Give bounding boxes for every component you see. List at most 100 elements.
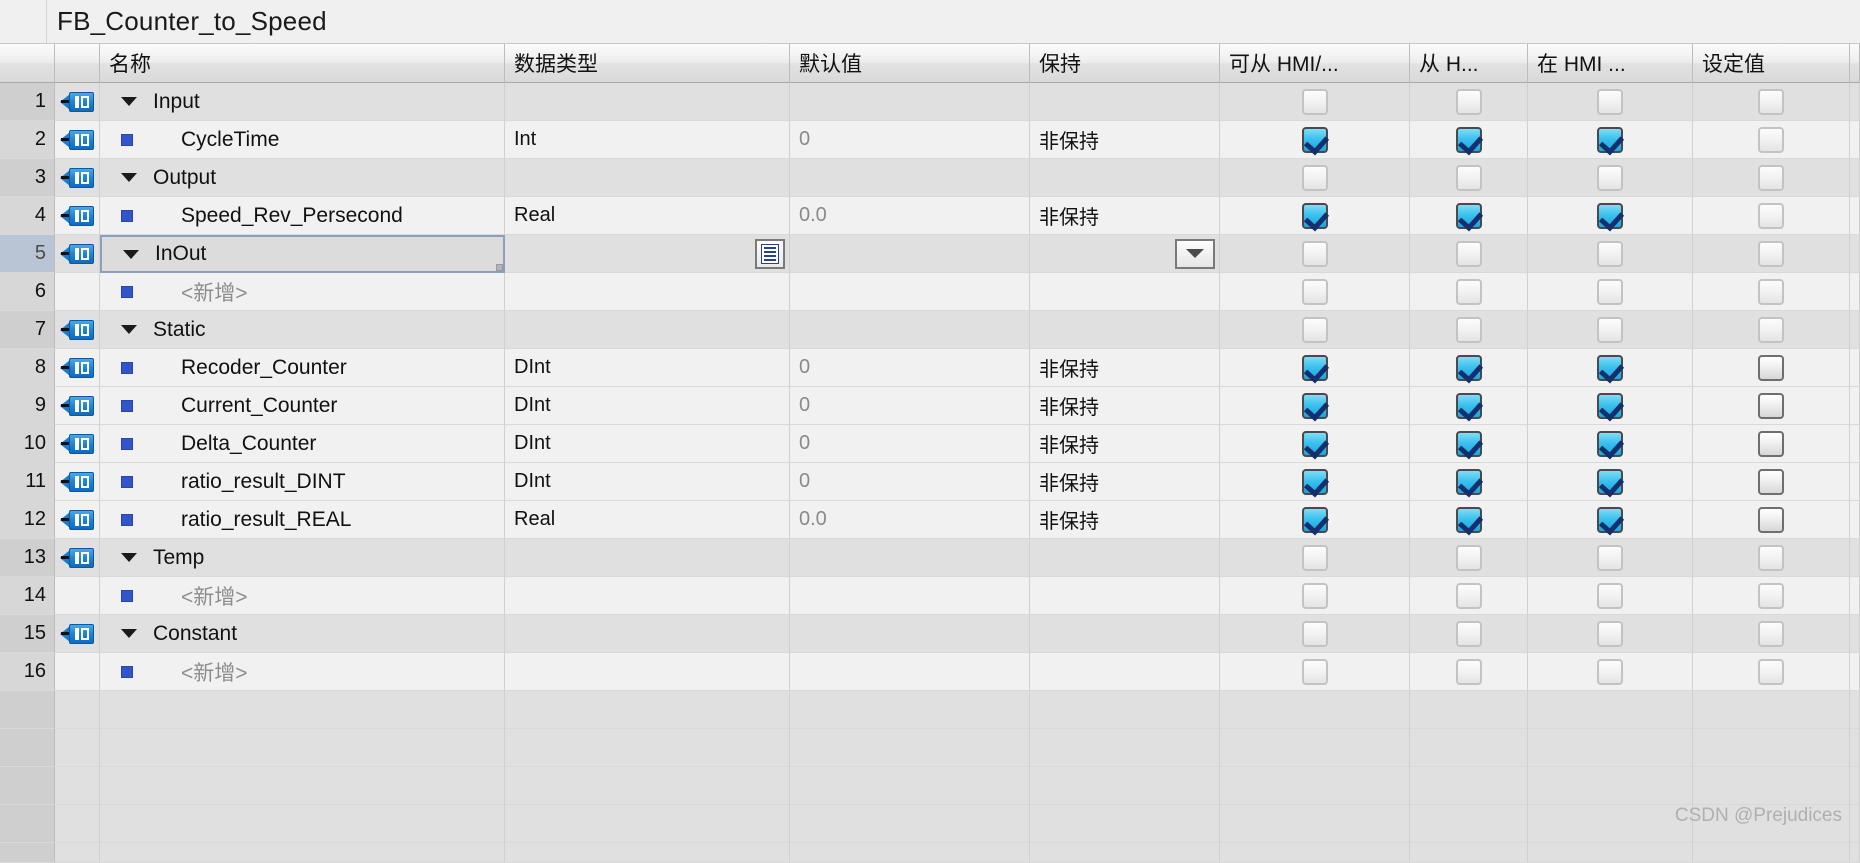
- cell-checkbox[interactable]: [1220, 653, 1410, 691]
- cell-checkbox[interactable]: [1410, 349, 1528, 387]
- cell-retain[interactable]: 非保持: [1030, 197, 1220, 235]
- row-number[interactable]: 15: [0, 615, 55, 653]
- checkbox-hmi-accessible[interactable]: [1301, 240, 1328, 267]
- cell-checkbox[interactable]: [1220, 121, 1410, 159]
- cell-retain[interactable]: [1030, 83, 1220, 121]
- col-header-hmi-visible[interactable]: 在 HMI ...: [1528, 44, 1693, 83]
- cell-retain[interactable]: 非保持: [1030, 425, 1220, 463]
- checkbox-hmi-accessible[interactable]: [1301, 620, 1328, 647]
- checkbox-hmi-visible[interactable]: [1597, 582, 1623, 609]
- cell-checkbox[interactable]: [1693, 197, 1850, 235]
- cell-checkbox[interactable]: [1220, 615, 1410, 653]
- checkbox-hmi-writable[interactable]: [1455, 658, 1482, 685]
- checkbox-hmi-visible[interactable]: [1597, 316, 1623, 343]
- cell-datatype[interactable]: DInt: [505, 349, 790, 387]
- cell-checkbox[interactable]: [1410, 83, 1528, 121]
- checkbox-setpoint[interactable]: [1758, 202, 1784, 229]
- cell-checkbox[interactable]: [1693, 425, 1850, 463]
- checkbox-hmi-visible[interactable]: [1597, 126, 1623, 153]
- cell-name[interactable]: ratio_result_DINT: [100, 463, 505, 501]
- cell-datatype[interactable]: [505, 83, 790, 121]
- cell-name[interactable]: Output: [100, 159, 505, 197]
- col-header-default[interactable]: 默认值: [790, 44, 1030, 83]
- cell-retain[interactable]: 非保持: [1030, 387, 1220, 425]
- cell-datatype[interactable]: [505, 159, 790, 197]
- cell-retain[interactable]: [1030, 539, 1220, 577]
- checkbox-hmi-accessible[interactable]: [1301, 126, 1328, 153]
- cell-default-value[interactable]: 0: [790, 349, 1030, 387]
- cell-checkbox[interactable]: [1410, 425, 1528, 463]
- cell-default-value[interactable]: [790, 235, 1030, 273]
- cell-checkbox[interactable]: [1220, 501, 1410, 539]
- cell-checkbox[interactable]: [1528, 235, 1693, 273]
- col-header-hmi-accessible[interactable]: 可从 HMI/...: [1220, 44, 1410, 83]
- checkbox-hmi-accessible[interactable]: [1301, 582, 1328, 609]
- cell-retain[interactable]: 非保持: [1030, 501, 1220, 539]
- cell-datatype[interactable]: [505, 235, 790, 273]
- cell-checkbox[interactable]: [1528, 121, 1693, 159]
- cell-default-value[interactable]: 0: [790, 387, 1030, 425]
- row-number[interactable]: 13: [0, 539, 55, 577]
- row-number[interactable]: 8: [0, 349, 55, 387]
- cell-checkbox[interactable]: [1528, 501, 1693, 539]
- cell-checkbox[interactable]: [1410, 615, 1528, 653]
- checkbox-hmi-writable[interactable]: [1455, 430, 1482, 457]
- cell-checkbox[interactable]: [1220, 273, 1410, 311]
- expand-triangle-icon[interactable]: [123, 249, 139, 259]
- cell-checkbox[interactable]: [1528, 311, 1693, 349]
- expand-triangle-icon[interactable]: [121, 173, 137, 182]
- cell-checkbox[interactable]: [1693, 387, 1850, 425]
- checkbox-setpoint[interactable]: [1758, 468, 1784, 495]
- cell-name[interactable]: CycleTime: [100, 121, 505, 159]
- checkbox-hmi-accessible[interactable]: [1301, 164, 1328, 191]
- table-row[interactable]: 8 Recoder_Counter DInt 0 非保持: [0, 349, 1860, 387]
- cell-checkbox[interactable]: [1693, 311, 1850, 349]
- checkbox-setpoint[interactable]: [1758, 278, 1784, 305]
- checkbox-setpoint[interactable]: [1758, 620, 1784, 647]
- checkbox-hmi-writable[interactable]: [1455, 278, 1482, 305]
- col-header-rownum[interactable]: [0, 44, 55, 83]
- table-row[interactable]: 16 <新增>: [0, 653, 1860, 691]
- cell-datatype[interactable]: Int: [505, 121, 790, 159]
- cell-datatype[interactable]: [505, 311, 790, 349]
- row-number[interactable]: 1: [0, 83, 55, 121]
- cell-checkbox[interactable]: [1528, 197, 1693, 235]
- checkbox-setpoint[interactable]: [1758, 582, 1784, 609]
- table-row[interactable]: 3 Output: [0, 159, 1860, 197]
- cell-checkbox[interactable]: [1410, 273, 1528, 311]
- cell-checkbox[interactable]: [1693, 235, 1850, 273]
- row-number[interactable]: 2: [0, 121, 55, 159]
- col-header-datatype[interactable]: 数据类型: [505, 44, 790, 83]
- cell-checkbox[interactable]: [1410, 387, 1528, 425]
- chevron-down-icon[interactable]: [1175, 238, 1215, 269]
- row-number[interactable]: 12: [0, 501, 55, 539]
- checkbox-setpoint[interactable]: [1758, 506, 1784, 533]
- cell-retain[interactable]: [1030, 159, 1220, 197]
- cell-default-value[interactable]: 0.0: [790, 197, 1030, 235]
- table-row[interactable]: 13 Temp: [0, 539, 1860, 577]
- col-header-name[interactable]: 名称: [100, 44, 505, 83]
- expand-triangle-icon[interactable]: [121, 553, 137, 562]
- cell-checkbox[interactable]: [1693, 83, 1850, 121]
- checkbox-hmi-visible[interactable]: [1597, 544, 1623, 571]
- checkbox-setpoint[interactable]: [1758, 544, 1784, 571]
- cell-checkbox[interactable]: [1528, 653, 1693, 691]
- checkbox-hmi-visible[interactable]: [1597, 658, 1623, 685]
- checkbox-setpoint[interactable]: [1758, 392, 1784, 419]
- cell-name[interactable]: <新增>: [100, 273, 505, 311]
- cell-checkbox[interactable]: [1693, 577, 1850, 615]
- row-number[interactable]: 11: [0, 463, 55, 501]
- cell-checkbox[interactable]: [1528, 83, 1693, 121]
- col-header-retain[interactable]: 保持: [1030, 44, 1220, 83]
- checkbox-hmi-writable[interactable]: [1455, 392, 1482, 419]
- checkbox-hmi-accessible[interactable]: [1301, 316, 1328, 343]
- cell-checkbox[interactable]: [1220, 83, 1410, 121]
- cell-datatype[interactable]: DInt: [505, 425, 790, 463]
- cell-name[interactable]: <新增>: [100, 653, 505, 691]
- checkbox-hmi-writable[interactable]: [1455, 240, 1482, 267]
- table-row[interactable]: 4 Speed_Rev_Persecond Real 0.0 非保持: [0, 197, 1860, 235]
- expand-triangle-icon[interactable]: [121, 325, 137, 334]
- cell-name[interactable]: Recoder_Counter: [100, 349, 505, 387]
- cell-datatype[interactable]: [505, 577, 790, 615]
- checkbox-hmi-accessible[interactable]: [1301, 202, 1328, 229]
